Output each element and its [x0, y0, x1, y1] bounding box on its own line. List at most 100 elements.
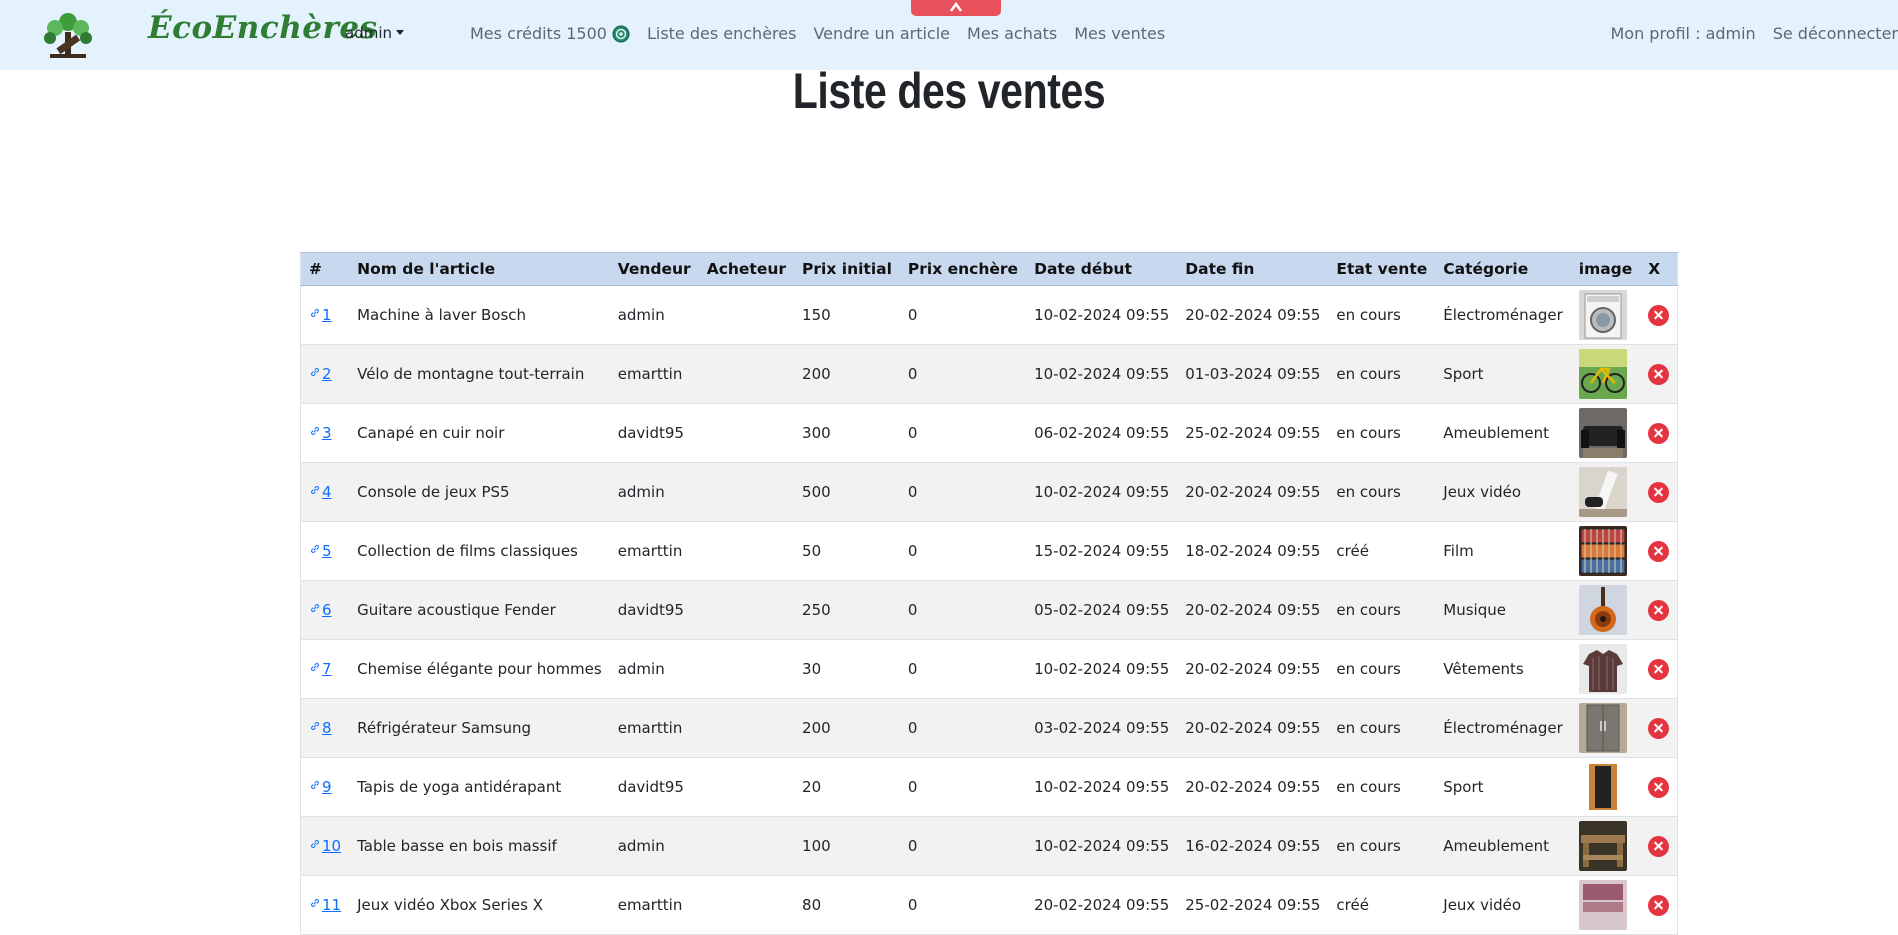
delete-icon[interactable]: [1648, 422, 1670, 444]
cell-image: [1570, 875, 1641, 935]
nav-my-purchases[interactable]: Mes achats: [967, 24, 1057, 43]
nav-auctions-list[interactable]: Liste des enchères: [647, 24, 797, 43]
item-link[interactable]: 1: [322, 306, 332, 324]
console-thumbnail[interactable]: [1578, 467, 1627, 517]
col-state-header: Etat vente: [1328, 252, 1436, 286]
delete-icon[interactable]: [1648, 894, 1670, 916]
table-row: 9 Tapis de yoga antidérapant davidt95 20 0 10…: [300, 757, 1678, 817]
nav-right: Mon profil : admin Se déconnecter: [1593, 24, 1898, 43]
cell-state: en cours: [1328, 285, 1436, 345]
films-thumbnail[interactable]: [1578, 526, 1627, 576]
cell-state: en cours: [1328, 698, 1436, 758]
nav-credits[interactable]: Mes crédits 1500: [470, 24, 630, 43]
cell-bid-price: 0: [899, 403, 1027, 463]
cell-initial-price: 300: [794, 403, 900, 463]
delete-icon[interactable]: [1648, 599, 1670, 621]
cell-delete: [1640, 344, 1678, 404]
cell-seller: emarttin: [609, 698, 699, 758]
cell-item-name: Réfrigérateur Samsung: [349, 698, 610, 758]
cell-seller: admin: [609, 816, 699, 876]
col-category-header: Catégorie: [1435, 252, 1571, 286]
cell-category: Électroménager: [1435, 285, 1571, 345]
cell-image: [1570, 816, 1641, 876]
item-link[interactable]: 4: [322, 483, 332, 501]
col-start-date-header: Date début: [1026, 252, 1178, 286]
cell-start-date: 10-02-2024 09:55: [1026, 816, 1178, 876]
cell-bid-price: 0: [899, 875, 1027, 935]
cell-category: Électroménager: [1435, 698, 1571, 758]
cell-state: en cours: [1328, 462, 1436, 522]
delete-icon[interactable]: [1648, 304, 1670, 326]
cell-bid-price: 0: [899, 521, 1027, 581]
washing-machine-thumbnail[interactable]: [1578, 290, 1627, 340]
user-dropdown[interactable]: admin: [345, 24, 404, 42]
shirt-thumbnail[interactable]: [1578, 644, 1627, 694]
delete-icon[interactable]: [1648, 540, 1670, 562]
cell-seller: admin: [609, 639, 699, 699]
nav-logout[interactable]: Se déconnecter: [1773, 24, 1898, 43]
coffee-table-thumbnail[interactable]: [1578, 821, 1627, 871]
delete-icon[interactable]: [1648, 658, 1670, 680]
nav-links: Mes crédits 1500 Liste des enchères Vend…: [470, 24, 1182, 43]
yoga-mat-thumbnail[interactable]: [1578, 762, 1627, 812]
nav-profile[interactable]: Mon profil : admin: [1610, 24, 1755, 43]
delete-icon[interactable]: [1648, 776, 1670, 798]
item-link[interactable]: 2: [322, 365, 332, 383]
delete-icon[interactable]: [1648, 835, 1670, 857]
cell-buyer: [698, 816, 795, 876]
sofa-thumbnail[interactable]: [1578, 408, 1627, 458]
cell-end-date: 20-02-2024 09:55: [1177, 285, 1329, 345]
cell-item-name: Machine à laver Bosch: [349, 285, 610, 345]
xbox-games-thumbnail[interactable]: [1578, 880, 1627, 930]
cell-initial-price: 20: [794, 757, 900, 817]
item-link[interactable]: 7: [322, 660, 332, 678]
delete-icon[interactable]: [1648, 363, 1670, 385]
item-link[interactable]: 11: [322, 896, 341, 914]
link-icon: [311, 781, 319, 789]
cell-state: en cours: [1328, 344, 1436, 404]
cell-category: Jeux vidéo: [1435, 875, 1571, 935]
table-row: 8 Réfrigérateur Samsung emarttin 200 0 03-02-…: [300, 698, 1678, 758]
cell-category: Sport: [1435, 344, 1571, 404]
cell-seller: emarttin: [609, 344, 699, 404]
delete-icon[interactable]: [1648, 481, 1670, 503]
table-row: 10 Table basse en bois massif admin 100 0 10-…: [300, 816, 1678, 876]
cell-image: [1570, 462, 1641, 522]
cell-delete: [1640, 757, 1678, 817]
item-link[interactable]: 3: [322, 424, 332, 442]
table-row: 5 Collection de films classiques emarttin 5…: [300, 521, 1678, 581]
item-link[interactable]: 10: [322, 837, 341, 855]
item-link[interactable]: 9: [322, 778, 332, 796]
cell-initial-price: 500: [794, 462, 900, 522]
cell-state: en cours: [1328, 639, 1436, 699]
link-icon: [311, 899, 319, 907]
cell-category: Ameublement: [1435, 403, 1571, 463]
delete-icon[interactable]: [1648, 717, 1670, 739]
cell-delete: [1640, 462, 1678, 522]
item-link[interactable]: 5: [322, 542, 332, 560]
item-link[interactable]: 6: [322, 601, 332, 619]
caret-down-icon: [396, 30, 404, 35]
cell-buyer: [698, 639, 795, 699]
bike-thumbnail[interactable]: [1578, 349, 1627, 399]
cell-item-name: Table basse en bois massif: [349, 816, 610, 876]
scroll-top-tab[interactable]: [911, 0, 1001, 16]
cell-category: Vêtements: [1435, 639, 1571, 699]
cell-state: en cours: [1328, 816, 1436, 876]
cell-id: 7: [300, 639, 350, 699]
brand-name[interactable]: ÉcoEnchères: [148, 10, 378, 46]
fridge-thumbnail[interactable]: [1578, 703, 1627, 753]
col-id-header: #: [300, 252, 350, 286]
nav-my-sales[interactable]: Mes ventes: [1074, 24, 1165, 43]
cell-end-date: 01-03-2024 09:55: [1177, 344, 1329, 404]
sales-table-container: # Nom de l'article Vendeur Acheteur Prix ini…: [300, 252, 1679, 935]
col-buyer-header: Acheteur: [698, 252, 795, 286]
cell-buyer: [698, 285, 795, 345]
item-link[interactable]: 8: [322, 719, 332, 737]
tree-gavel-logo-icon[interactable]: [38, 8, 98, 62]
cell-bid-price: 0: [899, 698, 1027, 758]
coin-icon: [612, 25, 630, 43]
cell-id: 11: [300, 875, 350, 935]
guitar-thumbnail[interactable]: [1578, 585, 1627, 635]
nav-sell-item[interactable]: Vendre un article: [813, 24, 950, 43]
